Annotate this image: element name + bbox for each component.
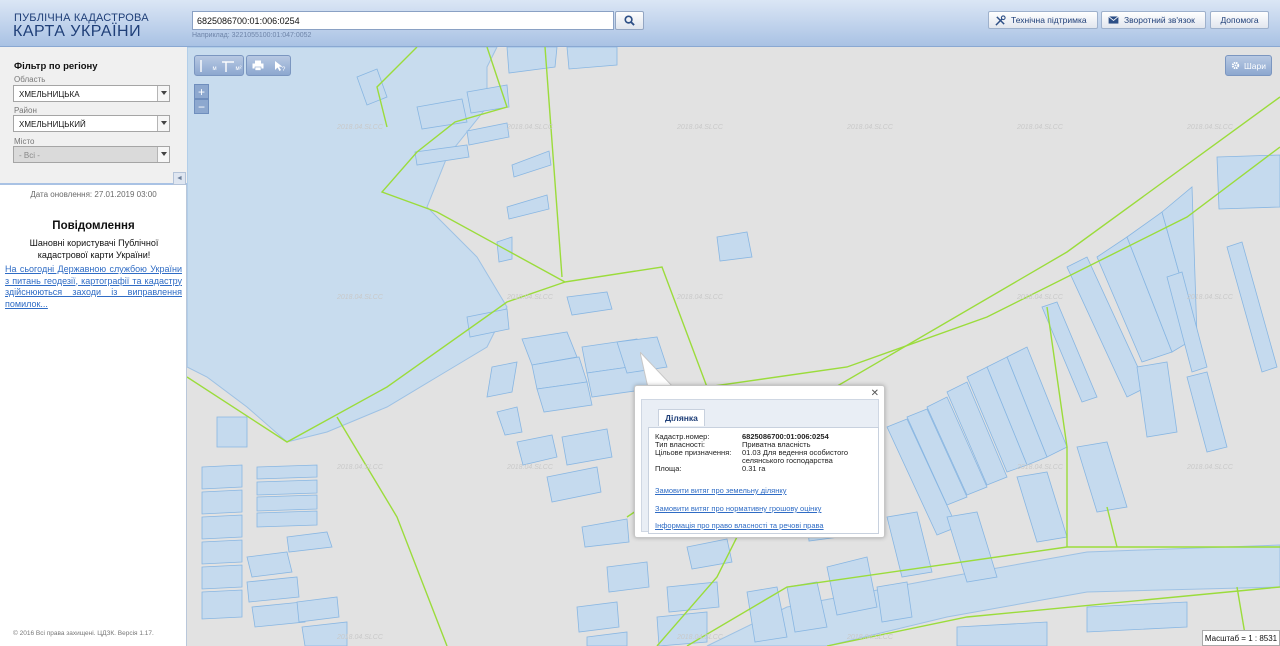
map-layer[interactable] [187,47,1280,646]
chevron-down-icon [157,147,169,162]
order-extract-link[interactable]: Замовити витяг про земельну ділянку [655,486,787,495]
search-icon [624,15,635,26]
notice-title: Повідомлення [52,220,135,232]
watermark: 2018.04.SLCC [1187,464,1233,471]
watermark: 2018.04.SLCC [847,124,893,131]
tab-parcel[interactable]: Ділянка [658,409,705,426]
search-input[interactable] [192,11,614,30]
region-select[interactable]: ХМЕЛЬНИЦЬКА [13,85,170,102]
watermark: 2018.04.SLCC [677,124,723,131]
watermark: 2018.04.SLCC [1187,294,1233,301]
feedback-button-label: Зворотний зв'язок [1124,15,1195,25]
measure-area-unit: м² [235,65,242,72]
envelope-icon [1108,16,1119,24]
city-select-value: - Всі - [19,151,40,160]
boundary-line [1106,506,1118,548]
measure-distance-unit: м [212,65,217,72]
print-icon [252,60,264,71]
region-label: Область [14,75,46,84]
print-button[interactable] [247,56,269,75]
watermark: 2018.04.SLCC [507,124,553,131]
city-label: Місто [14,137,35,146]
layers-button-label: Шари [1244,60,1266,71]
identify-button[interactable]: ? [269,56,291,75]
watermark: 2018.04.SLCC [1017,294,1063,301]
chevron-down-icon [157,86,169,101]
layers-button[interactable]: Шари [1225,55,1272,76]
watermark: 2018.04.SLCC [337,294,383,301]
update-date: Дата оновлення: 27.01.2019 03:00 [30,190,157,199]
tools-icon [995,14,1006,26]
help-button[interactable]: Допомога [1210,11,1269,29]
ownership-rights-link[interactable]: Інформація про право власності та речові… [655,521,824,530]
filter-title: Фільтр по регіону [14,61,98,72]
search-example: Наприклад: 3221055100:01:047:0052 [192,32,312,39]
watermark: 2018.04.SLCC [507,464,553,471]
pointer-icon: ? [275,60,286,72]
info-value: 0.31 га [742,464,766,473]
watermark: 2018.04.SLCC [1017,464,1063,471]
info-value: 01.03 Для ведення особистого селянського… [742,448,849,465]
ruler-icon [200,59,203,72]
search-button[interactable] [615,11,644,30]
sidebar: Фільтр по регіону Область ХМЕЛЬНИЦЬКА Ра… [0,47,187,646]
chevron-down-icon [157,116,169,131]
popup-pointer [640,352,675,388]
measure-toolbar: м м² [194,55,244,76]
district-select[interactable]: ХМЕЛЬНИЦЬКИЙ [13,115,170,132]
logo-line-2[interactable]: КАРТА УКРАЇНИ [13,23,141,41]
city-select[interactable]: - Всі - [13,146,170,163]
map-canvas[interactable]: 2018.04.SLCC 2018.04.SLCC 2018.04.SLCC 2… [187,47,1280,646]
area-icon [222,60,235,72]
region-select-value: ХМЕЛЬНИЦЬКА [19,90,80,99]
zoom-in-button[interactable]: + [194,84,209,99]
svg-text:?: ? [282,67,286,72]
parcel-popup: ✕ Ділянка Кадастр.номер: 6825086700:01:0… [634,385,885,538]
watermark: 2018.04.SLCC [1017,124,1063,131]
help-button-label: Допомога [1220,15,1259,25]
watermark: 2018.04.SLCC [1187,124,1233,131]
collapse-sidebar-button[interactable]: ◄ [173,172,186,185]
region-filter-panel: Фільтр по регіону Область ХМЕЛЬНИЦЬКА Ра… [0,47,187,185]
zoom-out-button[interactable]: − [194,99,209,114]
measure-distance-button[interactable]: м [196,56,219,75]
feedback-button[interactable]: Зворотний зв'язок [1101,11,1206,29]
support-button[interactable]: Технічна підтримка [988,11,1098,29]
scale-indicator: Масштаб = 1 : 8531 [1202,630,1280,646]
watermark: 2018.04.SLCC [337,464,383,471]
popup-content: Кадастр.номер: 6825086700:01:006:0254 Ти… [648,427,879,534]
gear-icon [1231,61,1240,70]
order-valuation-link[interactable]: Замовити витяг про нормативну грошову оц… [655,504,821,513]
close-icon[interactable]: ✕ [871,388,879,399]
info-key: Цільове призначення: [655,448,732,457]
info-key: Площа: [655,464,682,473]
district-label: Район [14,106,37,115]
notice-body: Шановні користувачі Публічної кадастрово… [29,238,159,260]
watermark: 2018.04.SLCC [337,634,383,641]
measure-area-button[interactable]: м² [220,56,243,75]
boundary-line [336,416,448,646]
popup-body: Ділянка Кадастр.номер: 6825086700:01:006… [641,399,879,534]
watermark: 2018.04.SLCC [507,294,553,301]
watermark: 2018.04.SLCC [677,294,723,301]
support-button-label: Технічна підтримка [1011,15,1087,25]
notice-link[interactable]: На сьогодні Державною службою України з … [5,264,182,310]
district-select-value: ХМЕЛЬНИЦЬКИЙ [19,120,86,129]
watermark: 2018.04.SLCC [677,634,723,641]
action-toolbar: ? [246,55,291,76]
footer-copyright: © 2016 Всі права захищені. ЦДЗК. Версія … [13,630,154,637]
watermark: 2018.04.SLCC [337,124,383,131]
watermark: 2018.04.SLCC [847,634,893,641]
header: ПУБЛІЧНА КАДАСТРОВА КАРТА УКРАЇНИ Наприк… [0,0,1280,47]
